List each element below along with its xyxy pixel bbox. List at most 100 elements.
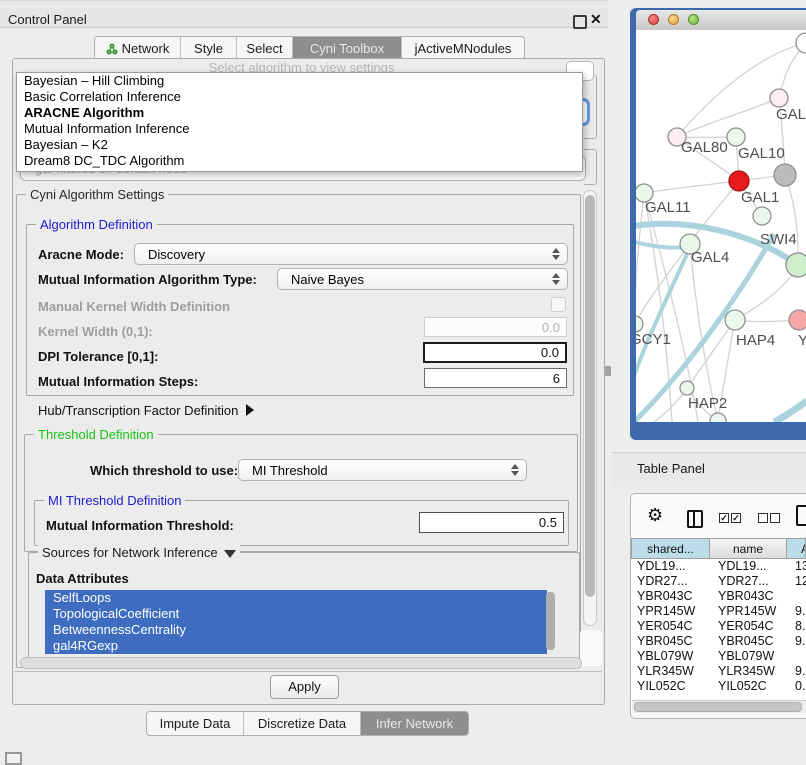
network-node[interactable] [753,207,771,225]
data-attribute-item[interactable]: SelfLoops [45,590,547,606]
tab-cyni-toolbox[interactable]: Cyni Toolbox [293,37,402,60]
data-attributes-list: SelfLoopsTopologicalCoefficientBetweenne… [45,590,547,654]
table-row[interactable]: YIL052CYIL052C0. [631,679,806,694]
new-table-icon[interactable] [796,505,806,526]
algorithm-option[interactable]: Bayesian – K2 [17,137,582,153]
dpi-tolerance-label: DPI Tolerance [0,1]: [38,349,158,364]
network-node[interactable] [725,310,745,330]
data-attribute-item[interactable]: gal4RGexp [45,638,547,654]
control-panel-titlebar [0,0,608,28]
data-attribute-item[interactable]: BetweennessCentrality [45,622,547,638]
tab-label: Style [194,41,223,56]
network-node[interactable] [796,33,806,53]
table-row[interactable]: YBL079WYBL079W [631,649,806,664]
tab-label: Cyni Toolbox [310,41,384,56]
network-window-titlebar[interactable] [636,10,806,31]
column-header[interactable]: name [710,538,787,559]
network-node[interactable] [789,310,806,330]
tab-bar-bottom: Impute Data Discretize Data Infer Network [146,711,469,736]
network-node[interactable] [770,89,788,107]
mi-threshold-field[interactable]: 0.5 [419,512,564,533]
network-node[interactable] [636,316,643,332]
aracne-mode-combo[interactable]: Discovery [134,243,568,265]
apply-button[interactable]: Apply [270,675,339,699]
table-row[interactable]: YLR345WYLR345W9. [631,664,806,679]
algorithm-option[interactable]: ARACNE Algorithm [17,105,582,121]
table-row[interactable]: YER054CYER054C8. [631,619,806,634]
network-node[interactable] [729,171,749,191]
table-row[interactable]: YPR145WYPR145W9. [631,604,806,619]
algorithm-option[interactable]: Dream8 DC_TDC Algorithm [17,153,582,169]
attributes-scrollbar-thumb[interactable] [546,592,555,650]
table-cell: 12 [787,574,806,589]
table-row[interactable]: YDR27...YDR27...12 [631,574,806,589]
tab-network[interactable]: Network [95,37,181,60]
minimize-traffic-light-icon[interactable] [668,14,679,25]
network-node[interactable] [727,128,745,146]
tab-style[interactable]: Style [181,37,237,60]
network-node[interactable] [786,253,806,277]
table-cell: YIL052C [710,679,787,694]
column-header[interactable]: A [787,538,806,559]
mi-threshold-group-title: MI Threshold Definition [44,493,185,508]
tab-select[interactable]: Select [237,37,293,60]
horizontal-scrollbar[interactable] [20,657,582,669]
minimized-panel-icon[interactable] [5,752,22,765]
float-panel-icon[interactable] [573,15,587,29]
algorithm-option[interactable]: Basic Correlation Inference [17,89,582,105]
mi-steps-field[interactable]: 6 [424,368,567,388]
algorithm-option[interactable]: Mutual Information Inference [17,121,582,137]
mi-type-combo[interactable]: Naive Bayes [277,268,568,290]
kernel-width-field[interactable]: 0.0 [424,317,567,337]
close-traffic-light-icon[interactable] [648,14,659,25]
table-row[interactable]: YDL19...YDL19...13 [631,559,806,574]
select-all-checkbox-icon[interactable]: ✓ [731,513,741,523]
table-cell: YPR145W [631,604,710,619]
table-cell: YBL079W [710,649,787,664]
dpi-tolerance-field[interactable]: 0.0 [423,342,567,363]
hub-definition-label: Hub/Transcription Factor Definition [38,403,238,418]
tab-infer-network[interactable]: Infer Network [361,712,468,735]
table-panel-title: Table Panel [637,461,705,476]
network-node[interactable] [774,164,796,186]
network-view-window[interactable]: GALGAL80GAL10GAL1GAL11SWI4GAL4GCY1HAP4YH… [630,8,806,440]
table-cell: YDR27... [631,574,710,589]
table-cell: YER054C [710,619,787,634]
settings-group-title: Cyni Algorithm Settings [26,187,168,202]
table-row[interactable]: YBR045CYBR045C9. [631,634,806,649]
table-cell: YBR043C [631,589,710,604]
tab-label: Discretize Data [258,716,346,731]
node-label: GAL4 [691,249,729,266]
zoom-traffic-light-icon[interactable] [688,14,699,25]
network-node[interactable] [710,413,726,422]
settings-scrollbar-thumb[interactable] [585,195,595,597]
manual-kernel-checkbox[interactable] [551,297,566,312]
deselect-all-checkbox-icon[interactable] [758,513,768,523]
table-cell: YLR345W [631,664,710,679]
which-threshold-combo[interactable]: MI Threshold [238,459,527,481]
node-label: SWI4 [760,231,797,248]
gear-icon[interactable]: ⚙ [647,506,663,524]
close-icon[interactable]: ✕ [590,11,602,28]
tab-discretize-data[interactable]: Discretize Data [244,712,361,735]
table-cell: YDL19... [710,559,787,574]
data-attribute-item[interactable]: TopologicalCoefficient [45,606,547,622]
tab-jactivemnodules[interactable]: jActiveMNodules [402,37,524,60]
split-handle[interactable] [605,366,611,376]
hub-definition-toggle[interactable]: Hub/Transcription Factor Definition [38,403,254,418]
network-node[interactable] [680,381,694,395]
table-hscrollbar-thumb[interactable] [634,702,802,712]
network-canvas[interactable]: GALGAL80GAL10GAL1GAL11SWI4GAL4GCY1HAP4YH… [636,30,806,422]
select-all-checkbox-icon[interactable]: ✓ [719,513,729,523]
mi-type-value: Naive Bayes [291,272,364,287]
table-cell: 13 [787,559,806,574]
column-header[interactable]: shared... [631,538,710,559]
sources-group-toggle[interactable]: Sources for Network Inference [38,545,240,560]
deselect-all-checkbox-icon[interactable] [770,513,780,523]
algorithm-option[interactable]: Bayesian – Hill Climbing [17,73,582,89]
column-layout-icon[interactable] [687,510,703,528]
manual-kernel-label: Manual Kernel Width Definition [38,299,230,314]
tab-impute-data[interactable]: Impute Data [147,712,244,735]
table-row[interactable]: YBR043CYBR043C [631,589,806,604]
combo-arrows-icon [552,273,560,285]
